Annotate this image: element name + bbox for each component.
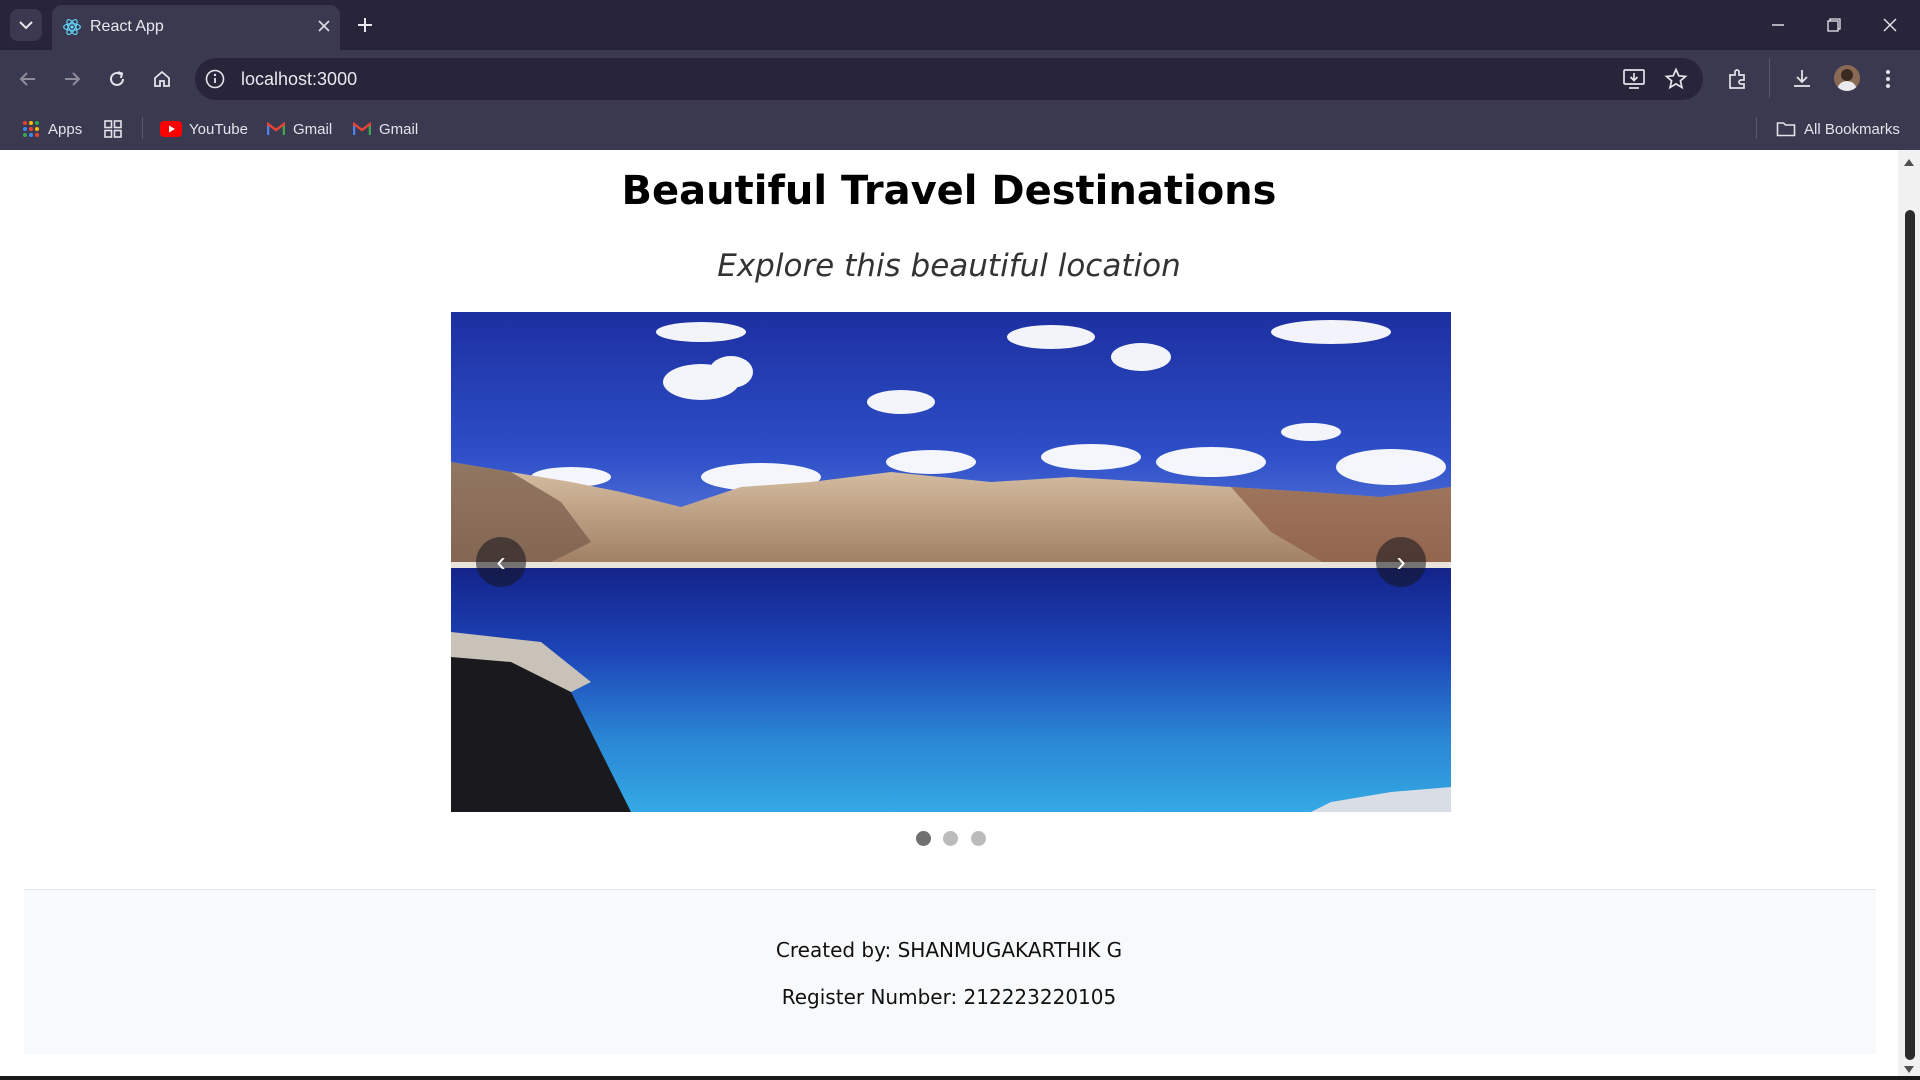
all-bookmarks-button[interactable]: All Bookmarks	[1776, 115, 1900, 143]
browser-tab[interactable]: React App	[52, 5, 340, 50]
carousel-dot-3[interactable]	[971, 831, 986, 846]
footer-register-number: Register Number: 212223220105	[781, 985, 1117, 1009]
footer-created-by: Created by: SHANMUGAKARTHIK G	[775, 938, 1123, 962]
close-icon	[1883, 18, 1897, 32]
bookmark-gmail-2[interactable]: Gmail	[353, 115, 418, 143]
page-subtitle: Explore this beautiful location	[717, 248, 1181, 284]
scroll-up-arrow[interactable]	[1903, 154, 1915, 172]
apps-grid-icon	[23, 121, 39, 137]
more-menu-icon[interactable]	[1884, 67, 1892, 96]
lake-landscape-image	[451, 312, 1451, 812]
tab-close-button[interactable]	[312, 14, 336, 38]
window-bottom-edge	[0, 1076, 1920, 1080]
bookmark-youtube-label: YouTube	[189, 120, 248, 138]
forward-button[interactable]	[57, 64, 87, 94]
arrow-left-icon	[19, 72, 35, 86]
carousel-dot-1[interactable]	[916, 831, 931, 846]
chevron-down-icon	[19, 21, 33, 30]
scrollbar-thumb[interactable]	[1905, 210, 1915, 1060]
bookmark-apps-label: Apps	[48, 120, 83, 138]
minimize-button[interactable]	[1750, 0, 1806, 50]
page-footer	[24, 889, 1876, 1054]
carousel-slide-image: ‹ ›	[451, 312, 1451, 812]
restore-button[interactable]	[1806, 0, 1862, 50]
bookmark-youtube[interactable]: YouTube	[160, 115, 248, 143]
tab-groups-button[interactable]	[103, 115, 123, 143]
all-bookmarks-label: All Bookmarks	[1804, 120, 1900, 138]
restore-icon	[1827, 18, 1841, 32]
bookmark-gmail-label: Gmail	[293, 120, 333, 138]
bookmarks-divider	[1756, 117, 1757, 139]
bookmark-star-icon[interactable]	[1664, 67, 1688, 96]
home-icon	[154, 70, 170, 87]
folder-icon	[1776, 122, 1796, 137]
address-bar[interactable]	[195, 58, 1703, 100]
close-icon	[318, 20, 330, 32]
tab-search-button[interactable]	[10, 9, 42, 41]
bookmark-apps[interactable]: Apps	[22, 115, 82, 143]
site-info-icon[interactable]	[204, 68, 226, 95]
carousel-dot-2[interactable]	[943, 831, 958, 846]
profile-avatar[interactable]	[1834, 65, 1860, 91]
home-button[interactable]	[147, 64, 177, 94]
toolbar-divider	[1769, 58, 1770, 98]
carousel-next-button[interactable]: ›	[1376, 537, 1426, 587]
gmail-icon	[353, 122, 371, 135]
reload-button[interactable]	[102, 64, 132, 94]
arrow-right-icon	[65, 72, 81, 86]
url-text[interactable]: localhost:3000	[241, 69, 357, 90]
reload-icon	[110, 71, 124, 86]
youtube-icon	[160, 121, 182, 137]
downloads-icon[interactable]	[1790, 67, 1814, 96]
react-logo-icon	[63, 19, 81, 35]
carousel-prev-button[interactable]: ‹	[476, 537, 526, 587]
install-app-icon[interactable]	[1622, 68, 1646, 95]
back-button[interactable]	[13, 64, 43, 94]
tab-title: React App	[90, 18, 164, 35]
bookmarks-divider	[142, 117, 143, 139]
close-window-button[interactable]	[1862, 0, 1918, 50]
bookmark-gmail-1[interactable]: Gmail	[267, 115, 332, 143]
gmail-icon	[267, 122, 285, 135]
extensions-icon[interactable]	[1726, 67, 1750, 96]
page-title: Beautiful Travel Destinations	[621, 168, 1277, 214]
tab-groups-icon	[104, 120, 122, 138]
bookmark-gmail-label: Gmail	[379, 120, 419, 138]
minimize-icon	[1772, 24, 1784, 26]
new-tab-button[interactable]	[350, 10, 380, 40]
plus-icon	[358, 18, 372, 32]
